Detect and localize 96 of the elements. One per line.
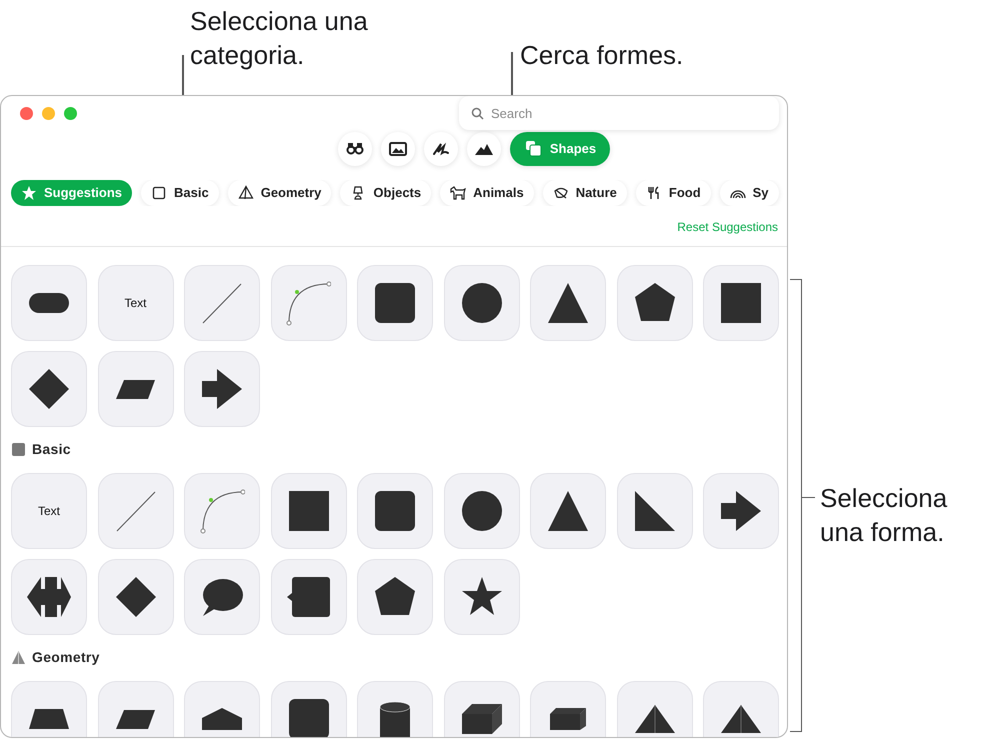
cube-shape-icon bbox=[462, 704, 502, 734]
shape-tile[interactable] bbox=[11, 681, 87, 737]
toolbar-tab[interactable] bbox=[466, 132, 501, 166]
doublearrow-shape-icon bbox=[27, 577, 71, 617]
square-icon bbox=[11, 442, 26, 456]
circle-shape-icon bbox=[460, 281, 504, 325]
parallelogram-shape-icon bbox=[116, 710, 155, 728]
triangle-shape-icon bbox=[546, 489, 590, 533]
line-shape-icon bbox=[116, 490, 156, 532]
category-chip[interactable]: Geometry bbox=[228, 180, 332, 206]
callout-text: Selecciona una categoria. bbox=[190, 5, 369, 72]
category-chip[interactable]: Basic bbox=[141, 180, 219, 206]
close-button[interactable] bbox=[20, 106, 33, 120]
callout-text: Selecciona una forma. bbox=[820, 482, 948, 549]
box-shape-icon bbox=[550, 708, 586, 730]
shape-tile[interactable] bbox=[616, 265, 692, 341]
shape-tile[interactable]: Text bbox=[11, 473, 87, 549]
category-chip[interactable]: Food bbox=[636, 180, 711, 206]
pill-shape-icon bbox=[29, 293, 69, 313]
shape-tile[interactable] bbox=[270, 681, 346, 737]
shape-tile[interactable] bbox=[270, 473, 346, 549]
shape-tile[interactable]: Text bbox=[98, 265, 174, 341]
shape-tile[interactable] bbox=[184, 681, 260, 737]
shape-tile[interactable] bbox=[11, 351, 87, 427]
section-title: Basic bbox=[32, 440, 71, 458]
shape-tile[interactable] bbox=[357, 265, 433, 341]
search-field[interactable]: Search bbox=[459, 96, 779, 130]
search-icon bbox=[471, 107, 484, 120]
shape-tile[interactable] bbox=[184, 473, 260, 549]
callout-shape-icon bbox=[287, 577, 330, 617]
shape-tile[interactable] bbox=[270, 559, 346, 635]
arrow-shape-icon bbox=[719, 489, 763, 533]
shape-tile[interactable] bbox=[11, 265, 87, 341]
shape-tile[interactable] bbox=[98, 681, 174, 737]
shape-tile[interactable] bbox=[357, 473, 433, 549]
section-title: Geometry bbox=[32, 648, 100, 667]
category-chip[interactable]: Sy bbox=[720, 180, 779, 206]
pyramid-shape-icon bbox=[721, 705, 761, 733]
shape-tile[interactable] bbox=[357, 559, 433, 635]
photo-icon bbox=[388, 139, 408, 159]
leader-line bbox=[802, 497, 815, 498]
parallelogram-shape-icon bbox=[116, 380, 155, 398]
roundsquare-shape-icon bbox=[373, 281, 417, 325]
callout-text: Cerca formes. bbox=[520, 39, 684, 72]
shape-tile[interactable] bbox=[357, 681, 433, 737]
dog-icon bbox=[450, 185, 466, 201]
roundsquare-shape-icon bbox=[373, 489, 417, 533]
category-chip[interactable]: Objects bbox=[340, 180, 432, 206]
arrow-shape-icon bbox=[200, 367, 244, 411]
curve-shape-icon bbox=[286, 280, 331, 326]
shape-tile[interactable] bbox=[444, 681, 520, 737]
shape-tile[interactable] bbox=[530, 473, 606, 549]
shape-tile[interactable] bbox=[11, 559, 87, 635]
square-shape-icon bbox=[286, 489, 330, 533]
righttriangle-shape-icon bbox=[632, 489, 676, 533]
speech-shape-icon bbox=[202, 578, 242, 616]
shape-tile[interactable] bbox=[616, 681, 692, 737]
pyramid-icon bbox=[11, 650, 26, 664]
shape-tile[interactable] bbox=[270, 265, 346, 341]
category-chip[interactable]: Animals bbox=[440, 180, 534, 206]
shape-tile[interactable] bbox=[444, 473, 520, 549]
shape-tile[interactable] bbox=[703, 473, 779, 549]
toolbar-tab[interactable] bbox=[380, 132, 415, 166]
diamond-shape-icon bbox=[114, 575, 158, 619]
shape-tile[interactable] bbox=[703, 681, 779, 737]
category-chip[interactable]: Nature bbox=[542, 180, 627, 206]
shape-tile[interactable] bbox=[98, 351, 174, 427]
shape-tile[interactable] bbox=[98, 473, 174, 549]
shape-tile[interactable] bbox=[530, 265, 606, 341]
square-icon bbox=[151, 185, 168, 201]
shape-tile[interactable] bbox=[444, 265, 520, 341]
leaf-icon bbox=[552, 185, 569, 201]
shape-tile[interactable] bbox=[530, 681, 606, 737]
shapes-icon bbox=[524, 139, 544, 159]
pyramid-icon bbox=[238, 185, 254, 201]
curve-shape-icon bbox=[200, 488, 244, 534]
circle-shape-icon bbox=[460, 489, 504, 533]
pyramid-shape-icon bbox=[634, 705, 674, 733]
line-shape-icon bbox=[202, 282, 242, 324]
diamond-shape-icon bbox=[27, 367, 71, 411]
toolbar-tab[interactable] bbox=[338, 132, 372, 166]
house-shape-icon bbox=[202, 708, 242, 730]
triangle-shape-icon bbox=[546, 281, 590, 325]
square-shape-icon bbox=[719, 281, 763, 325]
roundsquare-shape-icon bbox=[286, 697, 330, 737]
star-icon bbox=[21, 185, 37, 201]
shape-tile[interactable] bbox=[184, 265, 260, 341]
toolbar-tab[interactable] bbox=[424, 132, 458, 166]
cylinder-shape-icon bbox=[380, 702, 410, 736]
shape-tile[interactable] bbox=[703, 265, 779, 341]
shape-tile[interactable] bbox=[616, 473, 692, 549]
shape-tile[interactable] bbox=[184, 559, 260, 635]
shape-tile[interactable] bbox=[184, 351, 260, 427]
shape-tile[interactable] bbox=[444, 559, 520, 635]
shape-tile[interactable] bbox=[98, 559, 174, 635]
trapezoid-shape-icon bbox=[29, 709, 69, 729]
